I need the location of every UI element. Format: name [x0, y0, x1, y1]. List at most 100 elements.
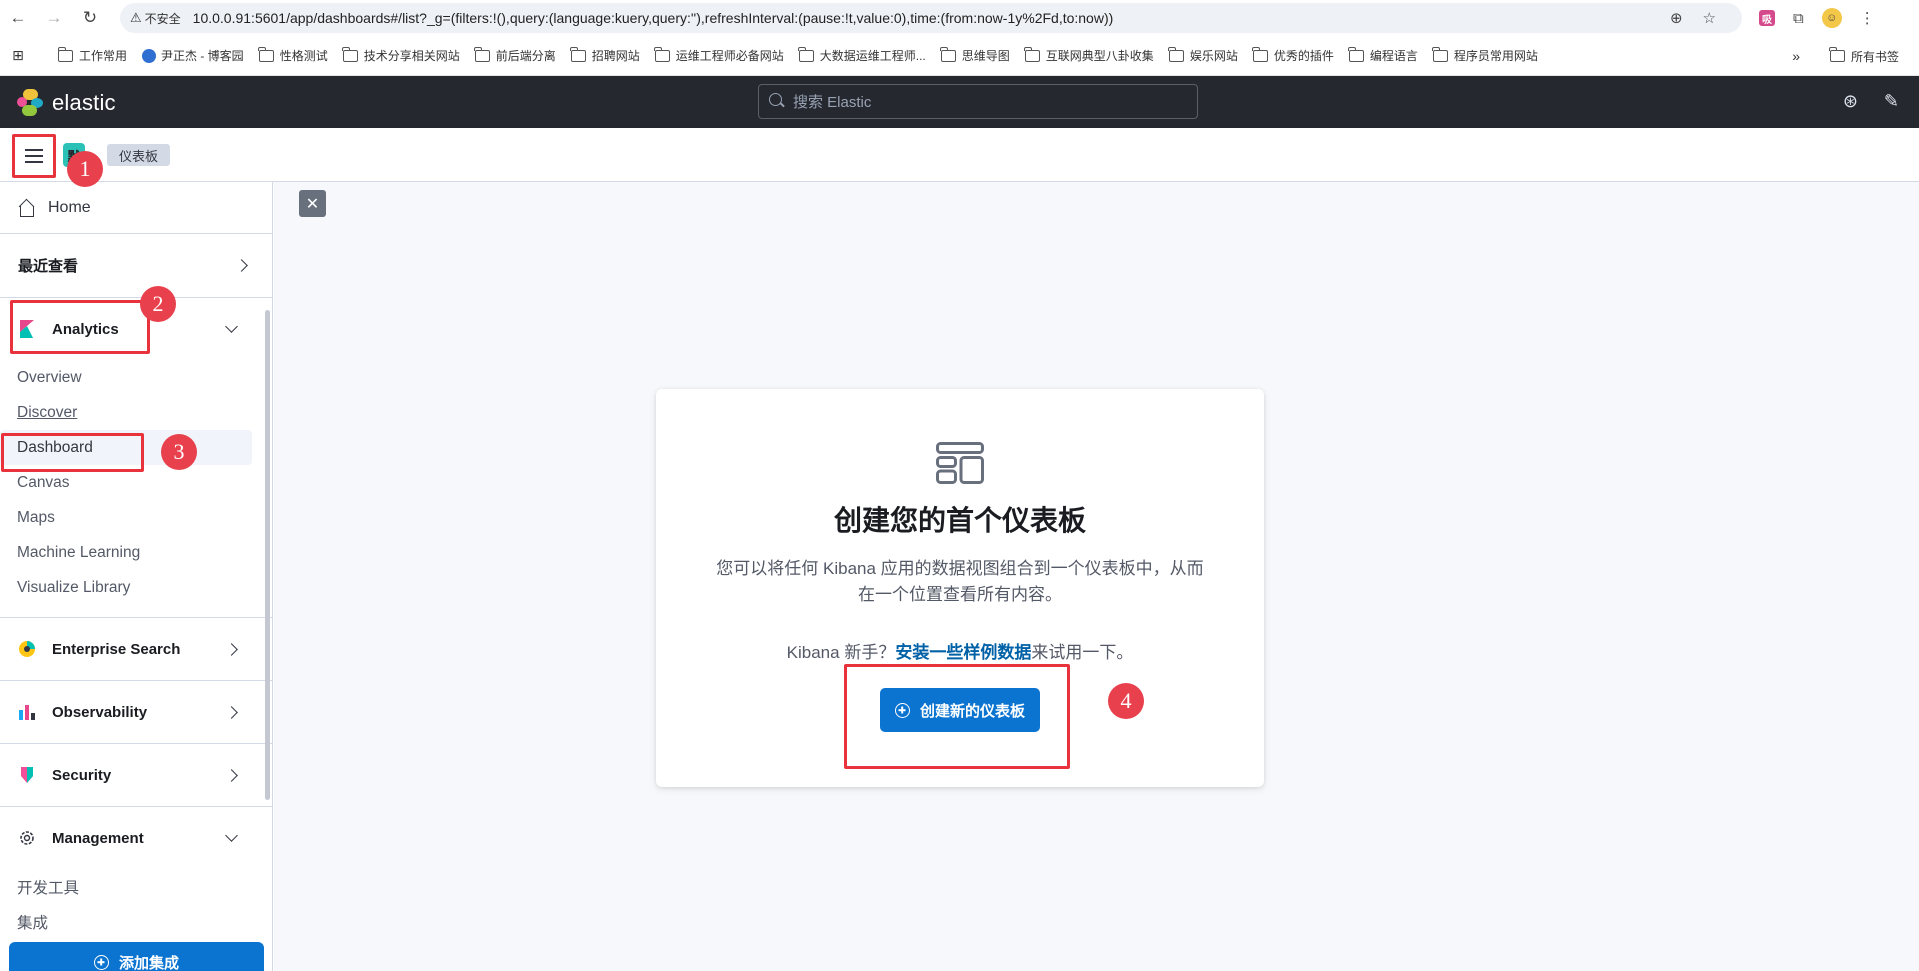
- chevron-right-icon: [225, 642, 238, 656]
- folder-icon: [1432, 46, 1448, 62]
- nav-dev-tools[interactable]: 开发工具: [0, 869, 272, 904]
- bookmark-item[interactable]: 招聘网站: [570, 46, 640, 64]
- hamburger-icon: [25, 149, 43, 163]
- nav-home[interactable]: Home: [0, 182, 272, 234]
- all-bookmarks[interactable]: 所有书签: [1829, 47, 1899, 65]
- nav-maps[interactable]: Maps: [0, 500, 272, 535]
- chevron-down-icon: [225, 829, 238, 842]
- chevron-right-icon: [225, 768, 238, 782]
- folder-icon: [1829, 47, 1845, 62]
- extension-translate-icon[interactable]: 吸: [1759, 10, 1775, 26]
- browser-toolbar: ← → ↻ ⚠ 不安全 10.0.0.91:5601/app/dashboards…: [0, 0, 1919, 36]
- nav-integrations[interactable]: 集成: [0, 904, 272, 939]
- nav-group-management[interactable]: Management: [0, 807, 272, 869]
- dashboard-app-icon: [936, 442, 984, 484]
- chevron-right-icon: [235, 259, 248, 272]
- bookmark-item[interactable]: 尹正杰 - 博客园: [142, 47, 244, 64]
- add-integration-button[interactable]: 添加集成: [9, 942, 264, 971]
- folder-icon: [654, 46, 670, 62]
- news-feed-icon[interactable]: ✎: [1884, 91, 1899, 112]
- bookmark-item[interactable]: 性格测试: [258, 46, 328, 64]
- chevron-down-icon: [225, 320, 238, 333]
- observability-icon: [19, 705, 35, 720]
- back-icon[interactable]: ←: [0, 0, 36, 36]
- search-icon: [769, 93, 782, 106]
- nav-overview[interactable]: Overview: [0, 360, 272, 395]
- folder-icon: [1024, 46, 1040, 62]
- bookmark-item[interactable]: 编程语言: [1348, 46, 1418, 64]
- nav-group-enterprise-search[interactable]: Enterprise Search: [0, 618, 272, 680]
- sample-data-hint: Kibana 新手？安装一些样例数据来试用一下。: [786, 643, 1134, 662]
- folder-icon: [940, 46, 956, 62]
- nav-recently-viewed[interactable]: 最近查看: [0, 234, 272, 298]
- security-indicator[interactable]: ⚠ 不安全: [130, 10, 181, 27]
- sidebar-scrollbar[interactable]: [265, 310, 270, 800]
- folder-icon: [570, 46, 586, 62]
- annotation-box-create-button: [844, 664, 1070, 769]
- annotation-box-dashboard: [1, 433, 144, 472]
- bookmark-star-icon[interactable]: ☆: [1703, 9, 1716, 27]
- close-icon[interactable]: ✕: [299, 190, 326, 217]
- bookmark-item[interactable]: 优秀的插件: [1252, 46, 1334, 64]
- folder-icon: [57, 46, 73, 62]
- profile-avatar[interactable]: ☺: [1821, 8, 1842, 28]
- kibana-header: elastic 搜索 Elastic ⊛ ✎: [0, 76, 1919, 128]
- bookmark-item[interactable]: 技术分享相关网站: [342, 46, 460, 64]
- more-bookmarks-icon[interactable]: »: [1792, 48, 1800, 64]
- apps-grid-icon[interactable]: ⊞: [0, 47, 36, 64]
- gear-icon: [20, 831, 34, 845]
- zoom-icon[interactable]: ⊕: [1670, 9, 1683, 27]
- bookmark-item[interactable]: 运维工程师必备网站: [654, 46, 784, 64]
- folder-icon: [1168, 46, 1184, 62]
- breadcrumb-bar: 默 仪表板: [0, 128, 1919, 182]
- elastic-logo-icon: [17, 89, 44, 116]
- extensions-puzzle-icon[interactable]: ⧉: [1793, 10, 1804, 27]
- enterprise-search-icon: [19, 641, 35, 657]
- folder-icon: [474, 46, 490, 62]
- site-icon: [142, 48, 157, 63]
- nav-machine-learning[interactable]: Machine Learning: [0, 535, 272, 570]
- help-icon[interactable]: ⊛: [1843, 91, 1858, 112]
- address-bar[interactable]: ⚠ 不安全 10.0.0.91:5601/app/dashboards#/list…: [120, 3, 1742, 33]
- security-shield-icon: [21, 767, 33, 783]
- bookmark-item[interactable]: 娱乐网站: [1168, 46, 1238, 64]
- install-sample-data-link[interactable]: 安装一些样例数据: [895, 643, 1031, 662]
- forward-icon[interactable]: →: [36, 0, 72, 36]
- bookmark-item[interactable]: 思维导图: [940, 46, 1010, 64]
- folder-icon: [1252, 46, 1268, 62]
- search-placeholder: 搜索 Elastic: [793, 94, 872, 111]
- browser-menu-icon[interactable]: ⋮: [1860, 9, 1875, 27]
- bookmark-item[interactable]: 工作常用: [57, 46, 127, 64]
- bookmark-item[interactable]: 大数据运维工程师...: [798, 46, 926, 64]
- bookmark-item[interactable]: 程序员常用网站: [1432, 46, 1538, 64]
- warning-icon: ⚠: [130, 10, 142, 25]
- folder-icon: [342, 46, 358, 62]
- annotation-box-analytics: [10, 300, 150, 354]
- breadcrumb-current: 仪表板: [107, 144, 171, 166]
- global-search-input[interactable]: 搜索 Elastic: [758, 84, 1198, 119]
- folder-icon: [258, 46, 274, 62]
- nav-group-observability[interactable]: Observability: [0, 681, 272, 743]
- chevron-right-icon: [225, 705, 238, 719]
- step-badge-3: 3: [161, 434, 197, 470]
- step-badge-4: 4: [1108, 683, 1144, 719]
- nav-group-security[interactable]: Security: [0, 744, 272, 806]
- plus-circle-icon: [93, 954, 109, 970]
- nav-menu-toggle-button[interactable]: [12, 134, 56, 178]
- home-icon: [18, 201, 34, 217]
- bookmark-item[interactable]: 互联网典型八卦收集: [1024, 46, 1154, 64]
- step-badge-2: 2: [140, 286, 176, 322]
- elastic-logo[interactable]: elastic: [17, 89, 116, 116]
- empty-state-title: 创建您的首个仪表板: [833, 505, 1086, 536]
- reload-icon[interactable]: ↻: [72, 0, 108, 36]
- folder-icon: [798, 46, 814, 62]
- nav-visualize-library[interactable]: Visualize Library: [0, 570, 272, 605]
- empty-state-description: 您可以将任何 Kibana 应用的数据视图组合到一个仪表板中，从而在一个位置查看…: [716, 559, 1204, 604]
- bookmark-item[interactable]: 前后端分离: [474, 46, 556, 64]
- nav-discover[interactable]: Discover: [0, 395, 272, 430]
- url-text[interactable]: 10.0.0.91:5601/app/dashboards#/list?_g=(…: [193, 10, 1114, 26]
- step-badge-1: 1: [67, 151, 103, 187]
- brand-name: elastic: [52, 89, 116, 115]
- folder-icon: [1348, 46, 1364, 62]
- bookmarks-bar: ⊞ 工作常用 尹正杰 - 博客园 性格测试 技术分享相关网站 前后端分离 招聘网…: [0, 36, 1919, 76]
